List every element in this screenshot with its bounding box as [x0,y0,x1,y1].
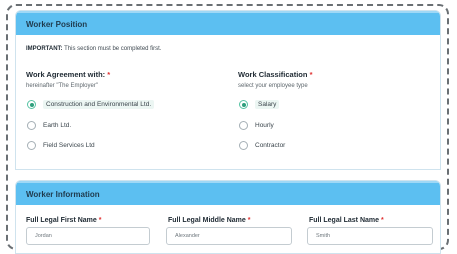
work-agreement-label: Work Agreement with: * [26,70,110,79]
radio-unselected-icon[interactable] [239,141,248,150]
last-name-label-text: Full Legal Last Name [309,217,380,224]
required-asterisk: * [98,217,102,224]
work-classification-label-text: Work Classification [238,70,308,79]
first-name-input[interactable]: Jordan [26,227,150,245]
notice-text: This section must be completed first. [62,46,162,52]
required-asterisk: * [309,70,313,79]
work-classification-hint: select your employee type [238,83,308,89]
required-asterisk: * [380,217,384,224]
radio-unselected-icon[interactable] [27,141,36,150]
worker-information-title: Worker Information [26,189,100,199]
last-name-label: Full Legal Last Name * [309,217,384,224]
work-agreement-label-text: Work Agreement with: [26,70,106,79]
last-name-value: Smith [316,233,331,239]
worker-information-header: Worker Information [16,181,440,205]
work-classification-label: Work Classification * [238,70,312,79]
work-agreement-hint: hereinafter "The Employer" [26,83,98,89]
first-name-label: Full Legal First Name * [26,217,101,224]
middle-name-label: Full Legal Middle Name * [168,217,250,224]
radio-unselected-icon[interactable] [239,121,248,130]
agreement-option-label: Construction and Environmental Ltd. [43,100,155,109]
important-notice: IMPORTANT: This section must be complete… [26,46,162,52]
classification-option-label: Hourly [255,122,274,129]
radio-selected-icon[interactable] [27,100,36,109]
worker-position-header: Worker Position [16,11,440,35]
agreement-option-earth[interactable]: Earth Ltd. [27,121,71,130]
first-name-value: Jordan [35,233,52,239]
classification-option-hourly[interactable]: Hourly [239,121,274,130]
middle-name-value: Alexander [175,233,200,239]
agreement-option-construction[interactable]: Construction and Environmental Ltd. [27,100,155,109]
notice-bold: IMPORTANT: [26,46,63,52]
agreement-option-field-services[interactable]: Field Services Ltd [27,141,95,150]
classification-option-salary[interactable]: Salary [239,100,280,109]
agreement-option-label: Field Services Ltd [43,142,95,149]
worker-position-title: Worker Position [26,19,88,29]
last-name-input[interactable]: Smith [307,227,433,245]
agreement-option-label: Earth Ltd. [43,122,72,129]
required-asterisk: * [247,217,251,224]
classification-option-label: Contractor [255,142,286,149]
radio-selected-icon[interactable] [239,100,248,109]
classification-option-contractor[interactable]: Contractor [239,141,285,150]
required-asterisk: * [107,70,111,79]
radio-unselected-icon[interactable] [27,121,36,130]
classification-option-label: Salary [255,100,280,109]
middle-name-label-text: Full Legal Middle Name [168,217,246,224]
first-name-label-text: Full Legal First Name [26,217,97,224]
middle-name-input[interactable]: Alexander [166,227,292,245]
